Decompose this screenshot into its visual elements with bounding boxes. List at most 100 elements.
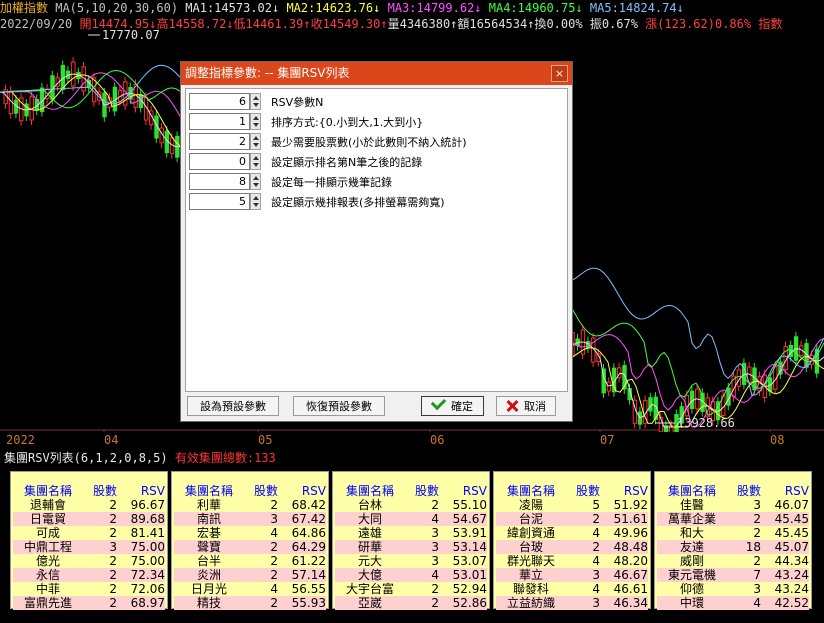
table-row[interactable]: 研華 3 53.14 [335,540,487,554]
spin-up-icon[interactable] [253,176,259,180]
table-row[interactable]: 佳醫 3 46.07 [657,498,809,512]
table-row[interactable]: 可成 2 81.41 [13,526,165,540]
table-row[interactable]: 元大 3 53.07 [335,554,487,568]
table-cell: 凌陽 [518,498,543,512]
x-tick-label: 05 [258,433,273,447]
table-row[interactable]: 萬華企業 2 45.45 [657,512,809,526]
indicator-params-dialog: 調整指標參數: -- 集團RSV列表 × 6 RSV參數N 1 排序方式:{0.小到大… [180,61,573,422]
table-cell: 68.97 [121,596,165,610]
table-row[interactable]: 大億 4 53.01 [335,568,487,582]
table-row[interactable]: 台半 2 61.22 [174,554,326,568]
set-default-button[interactable]: 設為預設參數 [187,396,279,416]
table-cell: 華立 [496,568,566,582]
spin-down-icon[interactable] [253,203,259,207]
table-cell: 46.67 [604,568,648,582]
table-cell: 72.34 [121,568,165,582]
table-row[interactable]: 和大 2 45.45 [657,526,809,540]
line1-segment: MA(5,10,20,30,60) [55,1,186,15]
param-value-input[interactable]: 2 [189,133,250,150]
table-row[interactable]: 緯創資通 4 49.96 [496,526,648,540]
ok-button[interactable]: 確定 [421,394,484,416]
spin-up-icon[interactable] [253,196,259,200]
table-row[interactable]: 聯發科 4 46.61 [496,582,648,596]
table-row[interactable]: 大宇台富 2 52.94 [335,582,487,596]
line2-segment: 收14549.30↑ [310,17,388,31]
param-spinner[interactable] [250,153,261,170]
table-row[interactable]: 華立 3 46.67 [496,568,648,582]
table-cell: 4 [405,568,443,582]
table-row[interactable]: 富鼎先進 2 68.97 [13,596,165,610]
close-button[interactable]: × [551,65,568,82]
spin-down-icon[interactable] [253,103,259,107]
column-header: 股數 [414,484,439,498]
table-row[interactable]: 群光聯天 4 48.20 [496,554,648,568]
table-cell: 元大 [357,554,382,568]
table-row[interactable]: 凌陽 5 51.92 [496,498,648,512]
table-cell: 可成 [35,526,60,540]
spin-up-icon[interactable] [253,96,259,100]
spin-up-icon[interactable] [253,136,259,140]
table-cell: 48.48 [604,540,648,554]
spin-up-icon[interactable] [253,156,259,160]
table-row[interactable]: 日電貿 2 89.68 [13,512,165,526]
spin-down-icon[interactable] [253,123,259,127]
spin-down-icon[interactable] [253,143,259,147]
column-header: RSV [784,484,809,498]
table-row[interactable]: 台林 2 55.10 [335,498,487,512]
param-spinner[interactable] [250,133,261,150]
table-row[interactable]: 遠雄 3 53.91 [335,526,487,540]
spin-down-icon[interactable] [253,163,259,167]
table-cell: 利華 [196,498,221,512]
table-cell: 56.55 [291,582,326,596]
table-row[interactable]: 台玻 2 48.48 [496,540,648,554]
column-header: 集團名稱 [184,484,233,498]
table-row[interactable]: 威剛 2 44.34 [657,554,809,568]
param-spinner[interactable] [250,193,261,210]
restore-default-button[interactable]: 恢復預設參數 [293,396,385,416]
table-cell: 44.34 [774,554,809,568]
param-spinner[interactable] [250,173,261,190]
table-cell: 53.91 [452,526,487,540]
spin-down-icon[interactable] [253,183,259,187]
param-value-input[interactable]: 0 [189,153,250,170]
table-row[interactable]: 立益紡織 3 46.34 [496,596,648,610]
table-cell: 3 [566,568,604,582]
table-row[interactable]: 中環 4 42.52 [657,596,809,610]
x-tick-label: 08 [770,433,785,447]
table-cell: 聲寶 [174,540,244,554]
param-value-input[interactable]: 1 [189,113,250,130]
table-row[interactable]: 中菲 2 72.06 [13,582,165,596]
param-value-input[interactable]: 6 [189,93,250,110]
param-value-input[interactable]: 5 [189,193,250,210]
table-row[interactable]: 宏碁 4 64.86 [174,526,326,540]
spin-up-icon[interactable] [253,116,259,120]
table-row[interactable]: 聲寶 2 64.29 [174,540,326,554]
table-row[interactable]: 億光 2 75.00 [13,554,165,568]
table-row[interactable]: 友達 18 45.07 [657,540,809,554]
table-row[interactable]: 炎洲 2 57.14 [174,568,326,582]
table-cell: 2 [109,498,117,512]
table-row[interactable]: 永信 2 72.34 [13,568,165,582]
table-row[interactable]: 日月光 4 56.55 [174,582,326,596]
table-row[interactable]: 南訊 3 67.42 [174,512,326,526]
rsv-panel: 集團名稱 股數 RSV 退輔會 2 96.67 日電貿 2 89.68 可成 2 81.41 中鼎工程 3… [10,471,168,610]
table-cell: 67.42 [282,512,326,526]
table-row[interactable]: 東元電機 7 43.24 [657,568,809,582]
line2-segment: 振0.67% [589,17,646,31]
table-row[interactable]: 中鼎工程 3 75.00 [13,540,165,554]
table-row[interactable]: 大同 4 54.67 [335,512,487,526]
table-row[interactable]: 台泥 2 51.61 [496,512,648,526]
dialog-title-bar[interactable]: 調整指標參數: -- 集團RSV列表 × [181,62,572,85]
cancel-button[interactable]: 取消 [496,396,556,416]
line2-segment: 低14461.39↑ [233,17,311,31]
table-row[interactable]: 精技 2 55.93 [174,596,326,610]
param-spinner[interactable] [250,93,261,110]
table-cell: 4 [592,554,600,568]
table-row[interactable]: 退輔會 2 96.67 [13,498,165,512]
table-cell: 49.96 [613,526,648,540]
table-row[interactable]: 利華 2 68.42 [174,498,326,512]
param-spinner[interactable] [250,113,261,130]
param-value-input[interactable]: 8 [189,173,250,190]
table-row[interactable]: 仰德 3 43.24 [657,582,809,596]
table-row[interactable]: 亞崴 2 52.86 [335,596,487,610]
